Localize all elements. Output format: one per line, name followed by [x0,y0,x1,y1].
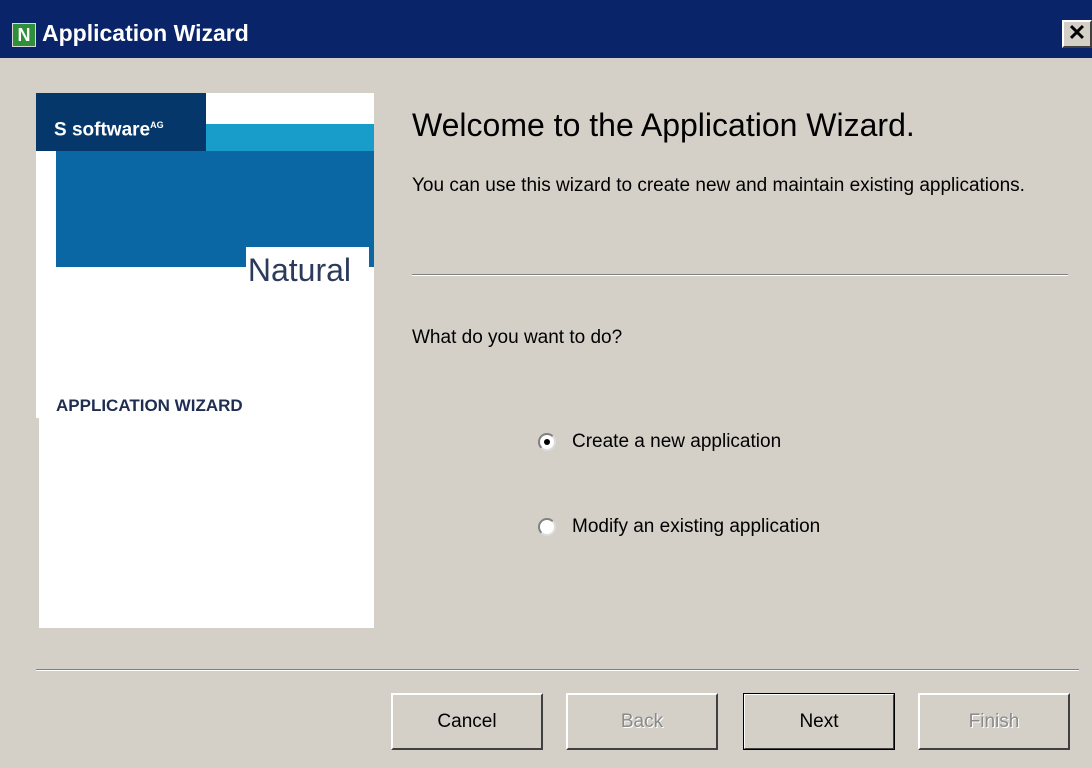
cancel-button[interactable]: Cancel [391,693,543,750]
panel-label: APPLICATION WIZARD [56,396,243,415]
option-label: Create a new application [572,431,782,452]
option-create-new-application[interactable]: Create a new application [538,429,781,455]
product-name: Natural [247,252,351,288]
close-icon: ✕ [1067,20,1087,45]
natural-app-icon: N [12,23,36,47]
divider [412,274,1068,276]
cyan-stripe [206,124,374,151]
software-ag-logo: S softwareAG [36,93,206,151]
page-title: Welcome to the Application Wizard. [412,107,915,143]
next-button[interactable]: Next [743,693,895,750]
logo-text: software [71,119,151,141]
option-label: Modify an existing application [572,516,821,537]
option-modify-existing-application[interactable]: Modify an existing application [538,514,820,540]
finish-button[interactable]: Finish [918,693,1070,750]
back-button[interactable]: Back [566,693,718,750]
logo-superscript: AG [150,120,164,130]
intro-text: You can use this wizard to create new an… [412,175,1025,196]
window-title: Application Wizard [42,20,249,46]
radio-unselected-icon[interactable] [538,518,556,536]
application-wizard-window: N Application Wizard ✕ S softwareAG Natu… [0,0,1092,768]
radio-selected-icon[interactable] [538,433,556,451]
panel-edge [36,418,39,628]
branding-panel: S softwareAG Natural APPLICATION WIZARD [36,93,374,628]
logo-mark-icon: S [54,119,67,141]
button-divider [36,669,1079,671]
close-button[interactable]: ✕ [1062,20,1092,48]
title-bar: N Application Wizard ✕ [0,0,1092,58]
question-label: What do you want to do? [412,327,623,348]
